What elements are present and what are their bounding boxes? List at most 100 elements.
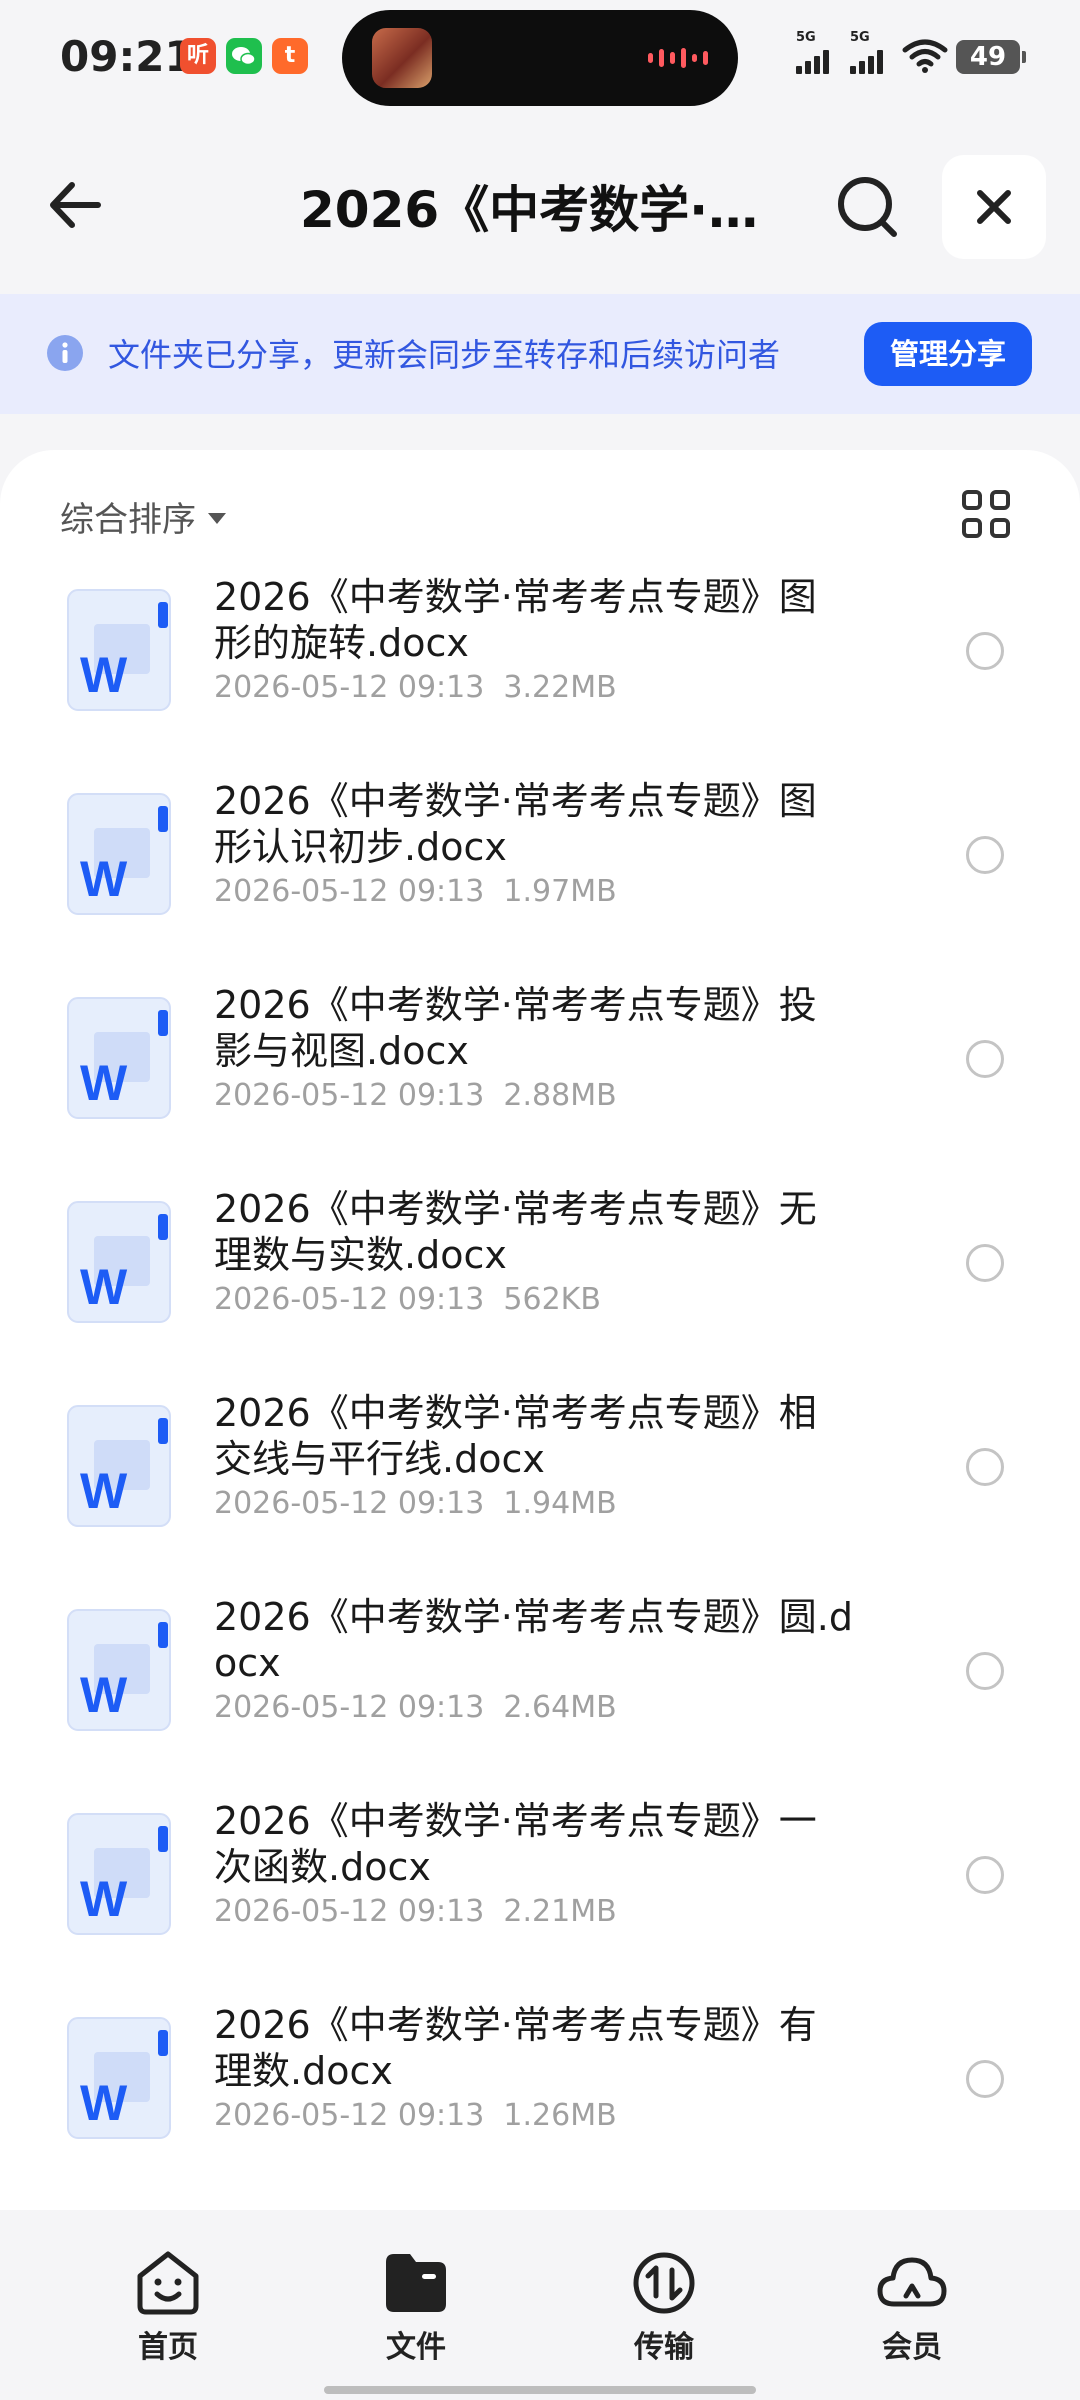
nav-home[interactable]: 首页 xyxy=(108,2246,228,2366)
file-date: 2026-05-12 09:13 xyxy=(214,1690,485,1725)
back-arrow-icon[interactable] xyxy=(40,165,120,245)
file-name: 2026《中考数学·常考考点专题》圆.docx xyxy=(214,1595,853,1685)
select-radio[interactable] xyxy=(966,1040,1004,1078)
word-doc-icon: W xyxy=(67,2017,171,2139)
share-notice-text: 文件夹已分享，更新会同步至转存和后续访问者 xyxy=(108,336,781,374)
file-row[interactable]: W 2026《中考数学·常考考点专题》相交线与平行线.docx 2026-05-12… xyxy=(0,1386,1080,1590)
select-radio[interactable] xyxy=(966,836,1004,874)
nav-transfer-label: 传输 xyxy=(634,2330,694,2365)
file-size: 1.26MB xyxy=(503,2098,617,2133)
file-list-card: 综合排序 W 2026《中考数学·常考考点专题》图形的旋转.docx 2026-05… xyxy=(0,450,1080,2210)
file-row[interactable]: W 2026《中考数学·常考考点专题》图形的旋转.docx 2026-05-12 0… xyxy=(0,570,1080,774)
file-date: 2026-05-12 09:13 xyxy=(214,1486,485,1521)
file-name: 2026《中考数学·常考考点专题》图形的旋转.docx xyxy=(214,575,817,665)
taobao-icon: t xyxy=(272,38,308,74)
file-size: 562KB xyxy=(503,1282,601,1317)
nav-files-label: 文件 xyxy=(386,2330,446,2365)
file-list: W 2026《中考数学·常考考点专题》图形的旋转.docx 2026-05-12 0… xyxy=(0,570,1080,2202)
file-row[interactable]: W 2026《中考数学·常考考点专题》有理数.docx 2026-05-12 09:… xyxy=(0,1998,1080,2202)
dynamic-island[interactable] xyxy=(342,10,738,106)
file-size: 1.97MB xyxy=(503,874,617,909)
wechat-icon xyxy=(226,38,262,74)
file-date: 2026-05-12 09:13 xyxy=(214,1078,485,1113)
svg-text:W: W xyxy=(80,1667,128,1723)
home-smile-icon xyxy=(137,2251,199,2315)
select-radio[interactable] xyxy=(966,1244,1004,1282)
select-radio[interactable] xyxy=(966,632,1004,670)
file-row[interactable]: W 2026《中考数学·常考考点专题》一次函数.docx 2026-05-12 09… xyxy=(0,1794,1080,1998)
file-date: 2026-05-12 09:13 xyxy=(214,1282,485,1317)
file-name: 2026《中考数学·常考考点专题》投影与视图.docx xyxy=(214,983,817,1073)
status-bar: 09:21 听 t 5G 5G 49 xyxy=(0,0,1080,120)
status-time: 09:21 xyxy=(60,32,194,81)
select-radio[interactable] xyxy=(966,1448,1004,1486)
file-date: 2026-05-12 09:13 xyxy=(214,670,485,705)
file-name: 2026《中考数学·常考考点专题》有理数.docx xyxy=(214,2003,817,2093)
file-size: 1.94MB xyxy=(503,1486,617,1521)
select-radio[interactable] xyxy=(966,1652,1004,1690)
close-button[interactable] xyxy=(942,155,1046,259)
grid-view-icon[interactable] xyxy=(962,490,1014,542)
svg-text:W: W xyxy=(80,647,128,703)
caret-down-icon xyxy=(208,513,226,524)
svg-text:W: W xyxy=(80,1055,128,1111)
select-radio[interactable] xyxy=(966,1856,1004,1894)
file-name: 2026《中考数学·常考考点专题》一次函数.docx xyxy=(214,1799,817,1889)
word-doc-icon: W xyxy=(67,1405,171,1527)
word-doc-icon: W xyxy=(67,793,171,915)
nav-files[interactable]: 文件 xyxy=(356,2246,476,2366)
search-icon[interactable] xyxy=(830,168,908,246)
file-date: 2026-05-12 09:13 xyxy=(214,874,485,909)
manage-share-button[interactable]: 管理分享 xyxy=(864,322,1032,386)
file-size: 3.22MB xyxy=(503,670,617,705)
battery-indicator: 49 xyxy=(956,40,1026,74)
word-doc-icon: W xyxy=(67,1609,171,1731)
file-name: 2026《中考数学·常考考点专题》无理数与实数.docx xyxy=(214,1187,817,1277)
file-date: 2026-05-12 09:13 xyxy=(214,2098,485,2133)
file-row[interactable]: W 2026《中考数学·常考考点专题》投影与视图.docx 2026-05-12 0… xyxy=(0,978,1080,1182)
file-meta: 2026-05-12 09:13 1.26MB xyxy=(214,2098,617,2133)
info-icon xyxy=(47,335,83,371)
select-radio[interactable] xyxy=(966,2060,1004,2098)
svg-text:W: W xyxy=(80,1463,128,1519)
nav-member-label: 会员 xyxy=(882,2330,942,2365)
svg-text:W: W xyxy=(80,1259,128,1315)
word-doc-icon: W xyxy=(67,997,171,1119)
sort-label: 综合排序 xyxy=(60,500,196,540)
nav-home-label: 首页 xyxy=(138,2330,198,2365)
file-name: 2026《中考数学·常考考点专题》相交线与平行线.docx xyxy=(214,1391,817,1481)
ting-app-icon: 听 xyxy=(180,38,216,74)
nav-member[interactable]: 会员 xyxy=(852,2246,972,2366)
nav-transfer[interactable]: 传输 xyxy=(604,2246,724,2366)
home-indicator[interactable] xyxy=(324,2386,756,2394)
file-meta: 2026-05-12 09:13 2.21MB xyxy=(214,1894,617,1929)
file-row[interactable]: W 2026《中考数学·常考考点专题》图形认识初步.docx 2026-05-12 … xyxy=(0,774,1080,978)
file-size: 2.88MB xyxy=(503,1078,617,1113)
file-meta: 2026-05-12 09:13 3.22MB xyxy=(214,670,617,705)
file-size: 2.64MB xyxy=(503,1690,617,1725)
file-meta: 2026-05-12 09:13 1.94MB xyxy=(214,1486,617,1521)
word-doc-icon: W xyxy=(67,589,171,711)
file-row[interactable]: W 2026《中考数学·常考考点专题》无理数与实数.docx 2026-05-12 … xyxy=(0,1182,1080,1386)
file-date: 2026-05-12 09:13 xyxy=(214,1894,485,1929)
top-app-bar: 2026《中考数学·… xyxy=(0,140,1080,270)
file-size: 2.21MB xyxy=(503,1894,617,1929)
file-name: 2026《中考数学·常考考点专题》图形认识初步.docx xyxy=(214,779,817,869)
file-meta: 2026-05-12 09:13 2.64MB xyxy=(214,1690,617,1725)
sort-dropdown[interactable]: 综合排序 xyxy=(60,492,226,541)
page-title: 2026《中考数学·… xyxy=(300,181,759,239)
word-doc-icon: W xyxy=(67,1813,171,1935)
svg-text:W: W xyxy=(80,2075,128,2131)
audio-wave-icon xyxy=(648,48,708,68)
now-playing-artwork xyxy=(372,28,432,88)
file-meta: 2026-05-12 09:13 1.97MB xyxy=(214,874,617,909)
bottom-navigation: 首页 文件 传输 会员 xyxy=(0,2210,1080,2400)
folder-icon xyxy=(386,2254,446,2312)
svg-text:W: W xyxy=(80,851,128,907)
file-row[interactable]: W 2026《中考数学·常考考点专题》圆.docx 2026-05-12 09:13… xyxy=(0,1590,1080,1794)
share-notice-banner: 文件夹已分享，更新会同步至转存和后续访问者 管理分享 xyxy=(0,294,1080,414)
svg-text:W: W xyxy=(80,1871,128,1927)
cloud-member-icon xyxy=(877,2257,947,2307)
transfer-icon xyxy=(633,2252,695,2314)
word-doc-icon: W xyxy=(67,1201,171,1323)
